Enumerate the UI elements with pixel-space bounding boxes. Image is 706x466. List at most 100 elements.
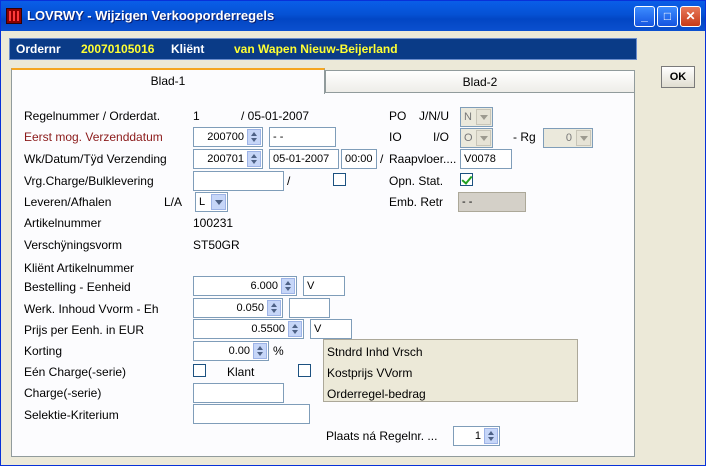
- rg-label: - Rg: [513, 130, 536, 144]
- client-name: van Wapen Nieuw-Beijerland: [234, 42, 398, 56]
- werk-inhoud-input[interactable]: 0.050: [193, 298, 283, 318]
- po-sub-label: J/N/U: [419, 109, 449, 123]
- verzending-week-input[interactable]: 200701: [193, 149, 263, 169]
- korting-input[interactable]: 0.00: [193, 341, 269, 361]
- client-label: Kliënt: [171, 42, 205, 56]
- chevron-down-icon[interactable]: [211, 194, 226, 210]
- chevron-down-icon[interactable]: [576, 130, 591, 146]
- orderregel-bedrag-label: Orderregel-bedrag: [327, 387, 426, 401]
- info-box: Stndrd Inhd Vrsch Kostprijs VVorm Orderr…: [323, 339, 578, 402]
- ok-button[interactable]: OK: [661, 66, 695, 88]
- plaats-input[interactable]: 1: [453, 426, 500, 446]
- po-select[interactable]: N: [460, 107, 493, 127]
- app-icon: [6, 8, 22, 24]
- spinner-icon[interactable]: [247, 129, 261, 145]
- eerst-mog-week-input[interactable]: 200700: [193, 127, 263, 147]
- io-label: IO: [389, 130, 402, 144]
- verzending-time-input[interactable]: 00:00: [341, 149, 377, 169]
- eerst-mog-label: Eerst mog. Verzenddatum: [24, 130, 163, 144]
- charge-serie-input[interactable]: [193, 383, 284, 403]
- verzending-week-value: 200701: [207, 153, 244, 165]
- title-bar[interactable]: LOVRWY - Wijzigen Verkooporderregels _ □…: [1, 1, 705, 31]
- klant-artikel-label: Kliënt Artikelnummer: [24, 261, 135, 275]
- eerst-mog-week-value: 200700: [207, 131, 244, 143]
- een-charge-checkbox[interactable]: [193, 364, 206, 377]
- opn-stat-label: Opn. Stat.: [389, 174, 444, 188]
- prijs-input[interactable]: 0.5500: [193, 319, 304, 339]
- chevron-down-icon[interactable]: [476, 109, 491, 125]
- charge-bulk-label: Vrg.Charge/Bulklevering: [24, 174, 154, 188]
- la-label: L/A: [164, 195, 183, 209]
- stndrd-inhd-label: Stndrd Inhd Vrsch: [327, 345, 423, 359]
- spinner-icon[interactable]: [247, 151, 261, 167]
- spinner-icon[interactable]: [288, 321, 302, 337]
- io-select[interactable]: O: [460, 128, 493, 148]
- leveren-select-value: L: [199, 196, 206, 208]
- bestelling-label: Bestelling - Eenheid: [24, 280, 131, 294]
- korting-label: Korting: [24, 344, 63, 358]
- raapvloer-label: Raapvloer....: [389, 152, 457, 166]
- emb-retr-label: Emb. Retr: [389, 195, 444, 209]
- main-window: LOVRWY - Wijzigen Verkooporderregels _ □…: [0, 0, 706, 466]
- order-label: Ordernr: [16, 42, 61, 56]
- tab-blad-2[interactable]: Blad-2: [325, 70, 635, 94]
- bulk-checkbox[interactable]: [333, 173, 346, 186]
- regelnummer-label: Regelnummer / Orderdat.: [24, 109, 161, 123]
- leveren-label: Leveren/Afhalen: [24, 195, 112, 209]
- verzending-label: Wk/Datum/Tÿd Verzending: [24, 152, 167, 166]
- raapvloer-input[interactable]: V0078: [460, 149, 512, 169]
- maximize-button[interactable]: □: [657, 6, 678, 27]
- prijs-label: Prijs per Eenh. in EUR: [24, 323, 145, 337]
- plaats-value: 1: [474, 430, 481, 442]
- verzending-date-input[interactable]: 05-01-2007: [269, 149, 339, 169]
- io-sub-label: I/O: [433, 130, 450, 144]
- rg-select-value: 0: [565, 132, 572, 144]
- een-charge-label: Eén Charge(-serie): [24, 365, 127, 379]
- korting-value: 0.00: [228, 345, 250, 357]
- selektie-label: Selektie-Kriterium: [24, 408, 119, 422]
- chevron-down-icon[interactable]: [476, 130, 491, 146]
- order-header: Ordernr 20070105016 Kliënt van Wapen Nie…: [9, 38, 637, 60]
- spinner-icon[interactable]: [484, 428, 498, 444]
- klant-checkbox[interactable]: [298, 364, 311, 377]
- verzending-separator: /: [380, 152, 384, 166]
- spinner-icon[interactable]: [253, 343, 267, 359]
- close-button[interactable]: ✕: [680, 6, 701, 27]
- plaats-label: Plaats ná Regelnr. ...: [326, 429, 438, 443]
- prijs-value: 0.5500: [251, 323, 285, 335]
- rg-select[interactable]: 0: [543, 128, 593, 148]
- werk-inhoud-value: 0.050: [236, 302, 264, 314]
- po-select-value: N: [464, 111, 472, 123]
- bestelling-unit-input[interactable]: V: [303, 276, 345, 296]
- eerst-mog-date-input[interactable]: - -: [269, 127, 336, 147]
- minimize-button[interactable]: _: [634, 6, 655, 27]
- window-title: LOVRWY - Wijzigen Verkooporderregels: [27, 8, 275, 23]
- tab-blad-1[interactable]: Blad-1: [11, 68, 325, 94]
- korting-unit: %: [273, 344, 284, 358]
- werk-inhoud-unit-input[interactable]: [289, 298, 330, 318]
- orderdatum-value: / 05-01-2007: [241, 109, 310, 123]
- po-label: PO: [389, 109, 407, 123]
- artikelnummer-value: 100231: [193, 216, 234, 230]
- regelnummer-value: 1: [193, 109, 200, 123]
- io-select-value: O: [464, 132, 473, 144]
- artikelnummer-label: Artikelnummer: [24, 216, 102, 230]
- klant-label: Klant: [227, 365, 255, 379]
- verschijningsvorm-value: ST50GR: [193, 238, 240, 252]
- charge-bulk-separator: /: [287, 174, 291, 188]
- charge-serie-label: Charge(-serie): [24, 386, 102, 400]
- verschijningsvorm-label: Verschÿningsvorm: [24, 238, 123, 252]
- bestelling-input[interactable]: 6.000: [193, 276, 297, 296]
- prijs-unit-input[interactable]: V: [310, 319, 352, 339]
- charge-bulk-input[interactable]: [193, 171, 284, 191]
- order-number: 20070105016: [81, 42, 155, 56]
- werk-inhoud-label: Werk. Inhoud Vvorm - Eh: [24, 302, 159, 316]
- selektie-input[interactable]: [193, 404, 310, 424]
- kostprijs-label: Kostprijs VVorm: [327, 366, 413, 380]
- emb-retr-input[interactable]: - -: [458, 192, 526, 212]
- leveren-select[interactable]: L: [195, 192, 228, 212]
- spinner-icon[interactable]: [281, 278, 295, 294]
- bestelling-value: 6.000: [250, 280, 278, 292]
- opn-stat-checkbox[interactable]: [460, 173, 473, 186]
- spinner-icon[interactable]: [267, 300, 281, 316]
